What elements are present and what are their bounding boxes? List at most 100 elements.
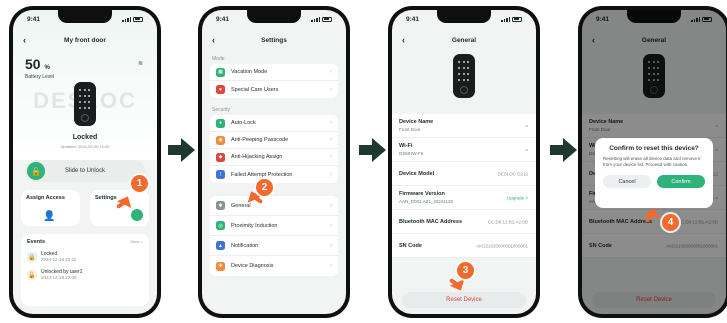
setting-vacation-mode[interactable]: ▦ Vacation Mode › xyxy=(210,64,338,81)
person-icon: 👤 xyxy=(43,211,56,222)
setting-anti-peeping[interactable]: ◉ Anti-Peeping Passcode › xyxy=(210,132,338,149)
security-card: ● Auto-Lock › ◉ Anti-Peeping Passcode › ◆ Ant… xyxy=(210,115,338,183)
slide-to-unlock[interactable]: 🔓 Slide to Unlock xyxy=(25,160,145,182)
step-badge-3: 3 xyxy=(457,262,474,279)
battery-label: Battery Level xyxy=(25,74,55,80)
lock-state: Locked xyxy=(72,134,98,141)
battery-icon xyxy=(133,16,143,22)
battery-percentage: 50 % xyxy=(25,56,50,72)
status-icons xyxy=(311,16,332,22)
shield-icon: ◆ xyxy=(216,152,225,162)
firmware-row[interactable]: Firmware VersionAAN_D001.A01_20241120Upg… xyxy=(392,186,536,210)
status-time: 9:41 xyxy=(27,15,41,23)
setting-anti-hijacking[interactable]: ◆ Anti-Hijacking Assign › xyxy=(210,149,338,166)
battery-icon xyxy=(512,16,522,22)
unlock-event-icon: 🔓 xyxy=(27,270,37,280)
wifi-icon: ≋ xyxy=(137,61,143,67)
status-time: 9:41 xyxy=(216,15,230,23)
signal-icon xyxy=(311,16,320,22)
flow-arrow-icon xyxy=(550,138,578,162)
event-item[interactable]: 🔓 Unlocked by user1 2024-12-18 22:00 xyxy=(27,269,143,281)
general-card: ✱ General › ◎ Proximity Induction › ▲ Notific… xyxy=(210,196,338,276)
setting-proximity[interactable]: ◎ Proximity Induction › xyxy=(210,216,338,236)
status-icons xyxy=(122,16,143,22)
page-title: My front door xyxy=(64,36,106,44)
setting-special-care[interactable]: ♥ Special Care Users › xyxy=(210,81,338,98)
updated-time: Updated: 2024-09-20 12:00 xyxy=(60,144,110,149)
slide-label: Slide to Unlock xyxy=(64,168,106,174)
phone-frame-1: 9:41 ‹ My front door 50 % Battery Level … xyxy=(9,6,161,318)
event-item[interactable]: 🔒 Locked 2024-12-18 22:22 xyxy=(27,251,143,263)
back-chevron-icon[interactable]: ‹ xyxy=(402,34,405,46)
bluetooth-mac-row: Bluetooth MAC Address CC:D8:12:B1:A2:9D xyxy=(392,210,536,234)
wifi-row[interactable]: Wi-FiDSMHW-FK> xyxy=(392,138,536,162)
cancel-button[interactable]: Cancel xyxy=(603,175,651,188)
status-icons xyxy=(501,16,522,22)
assign-access-tile[interactable]: Assign Access 👤 xyxy=(21,190,80,226)
lock-icon: ● xyxy=(216,118,225,128)
heart-icon: ♥ xyxy=(216,85,225,94)
step-badge-4: 4 xyxy=(662,214,679,231)
status-time: 9:41 xyxy=(406,15,420,23)
sn-code-row[interactable]: SN Code AKD21020000001800001 xyxy=(392,234,536,258)
bell-icon: ▲ xyxy=(216,241,225,250)
flow-arrow-icon xyxy=(168,138,196,162)
general-screen: 9:41 ‹ General Device Name Front Door > Wi… xyxy=(392,10,536,314)
tile-label: Assign Access xyxy=(26,195,65,201)
step-badge-2: 2 xyxy=(256,179,273,196)
battery-icon xyxy=(322,16,332,22)
smart-lock-image xyxy=(74,82,96,126)
phone-frame-4: 9:41 ‹ General Device NameFront Door> Wi… xyxy=(578,6,727,318)
nav-bar: ‹ General xyxy=(392,32,536,48)
phone-frame-2: 9:41 ‹ Settings Mode ▦ Vacation Mode › ♥ Sp… xyxy=(198,6,350,318)
events-title: Events xyxy=(27,239,46,245)
event-time: 2024-12-18 22:22 xyxy=(41,257,77,262)
setting-auto-lock[interactable]: ● Auto-Lock › xyxy=(210,115,338,132)
eye-icon: ◉ xyxy=(216,135,225,145)
phone-notch xyxy=(437,10,491,23)
signal-icon xyxy=(122,16,131,22)
reset-device-button[interactable]: Reset Device xyxy=(402,292,526,308)
phone-notch xyxy=(247,10,301,23)
signal-icon xyxy=(501,16,510,22)
device-info-list: Device NameFront Door> Wi-FiDSMHW-FK> De… xyxy=(392,114,536,258)
device-model-row: Device ModelDESLOC D212 xyxy=(392,162,536,186)
pointer-arrow-icon xyxy=(115,193,136,212)
reset-confirm-screen: 9:41 ‹ General Device NameFront Door> Wi… xyxy=(582,10,726,314)
section-security-label: Security xyxy=(212,107,231,113)
setting-general[interactable]: ✱ General › xyxy=(210,196,338,216)
alert-icon: ! xyxy=(216,170,225,179)
gear-icon: ✱ xyxy=(216,201,225,210)
nav-bar: ‹ My front door xyxy=(13,32,157,48)
back-chevron-icon[interactable]: ‹ xyxy=(212,34,215,46)
confirm-reset-dialog: Confirm to reset this device? Resetting … xyxy=(595,138,713,208)
device-name-row[interactable]: Device Name Front Door > xyxy=(392,114,536,138)
tutorial-stage: 9:41 ‹ My front door 50 % Battery Level … xyxy=(0,0,727,323)
nav-bar: ‹ Settings xyxy=(202,32,346,48)
lock-home-screen: 9:41 ‹ My front door 50 % Battery Level … xyxy=(13,10,157,314)
back-chevron-icon[interactable]: ‹ xyxy=(23,34,26,46)
confirm-button[interactable]: Confirm xyxy=(657,175,705,188)
events-more-link[interactable]: More > xyxy=(130,239,143,245)
tile-label: Settings xyxy=(95,195,117,201)
setting-diagnosis[interactable]: ✚ Device Diagnosis › xyxy=(210,256,338,276)
dialog-message: Resetting will erase all device data and… xyxy=(603,156,701,167)
section-mode-label: Mode xyxy=(212,56,225,62)
page-title: Settings xyxy=(261,36,287,44)
vacation-icon: ▦ xyxy=(216,67,225,77)
settings-screen: 9:41 ‹ Settings Mode ▦ Vacation Mode › ♥ Sp… xyxy=(202,10,346,314)
event-time: 2024-12-18 22:00 xyxy=(41,275,77,280)
phone-notch xyxy=(58,10,112,23)
events-card: Events More > 🔒 Locked 2024-12-18 22:22 🔓 … xyxy=(21,234,149,306)
diagnosis-icon: ✚ xyxy=(216,261,225,271)
setting-notification[interactable]: ▲ Notification › xyxy=(210,236,338,256)
unlock-knob-icon[interactable]: 🔓 xyxy=(27,162,45,180)
phone-frame-3: 9:41 ‹ General Device Name Front Door > Wi… xyxy=(388,6,540,318)
lock-event-icon: 🔒 xyxy=(27,252,37,262)
setting-failed-attempt[interactable]: ! Failed Attempt Protection › xyxy=(210,166,338,183)
step-badge-1: 1 xyxy=(131,175,148,192)
flow-arrow-icon xyxy=(359,138,387,162)
dialog-title: Confirm to reset this device? xyxy=(609,145,699,152)
mode-card: ▦ Vacation Mode › ♥ Special Care Users › xyxy=(210,64,338,98)
page-title: General xyxy=(451,36,477,44)
